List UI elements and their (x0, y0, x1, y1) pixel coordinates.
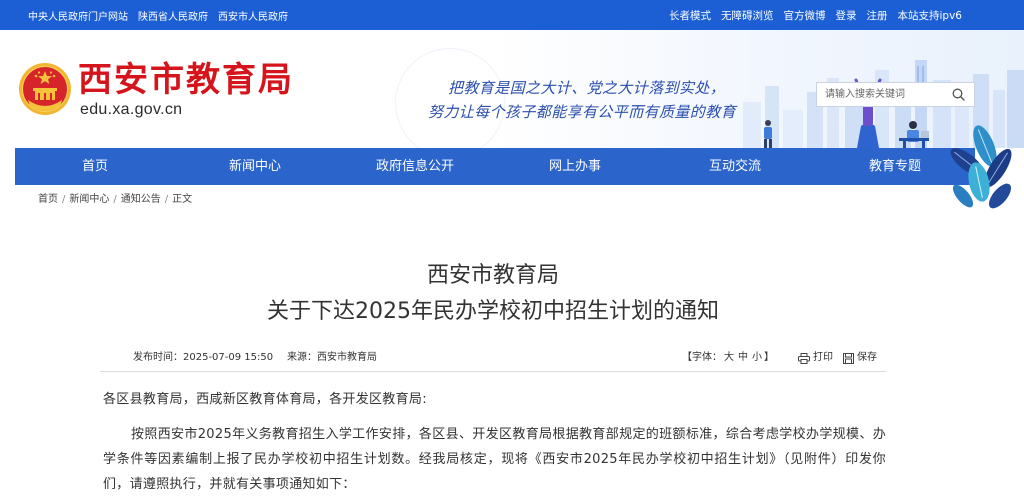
article-title-line-1: 西安市教育局 (426, 263, 559, 288)
source-value: 西安市教育局 (317, 352, 377, 363)
publish-info: 发布时间：2025-07-09 15:50 (133, 350, 273, 366)
breadcrumb-home[interactable]: 首页 (38, 193, 58, 207)
nav-item-government-info[interactable]: 政府信息公开 (335, 148, 495, 185)
breadcrumb-separator: / (62, 194, 66, 205)
font-size-large[interactable]: 大 (724, 352, 734, 363)
article-paragraph: 按照西安市2025年义务教育招生入学工作安排，各区县、开发区教育局根据教育部规定… (103, 427, 886, 492)
link-ipv6[interactable]: 本站支持ipv6 (898, 8, 962, 23)
source-info: 来源：西安市教育局 (287, 350, 377, 366)
print-button[interactable]: 打印 (798, 350, 833, 366)
article-salutation: 各区县教育局，西咸新区教育体育局，各开发区教育局: (103, 392, 427, 407)
font-size-medium[interactable]: 中 (738, 352, 748, 363)
search-icon (952, 88, 965, 101)
font-size-control: 【字体：大中小】 (682, 350, 774, 366)
font-size-open: 【字体： (682, 352, 722, 363)
search-button[interactable] (947, 83, 969, 106)
main-nav: 首页 新闻中心 政府信息公开 网上办事 互动交流 教育专题 (15, 148, 975, 185)
search-box (816, 82, 975, 107)
article-meta: 发布时间：2025-07-09 15:50 来源：西安市教育局 【字体：大中小】… (100, 350, 886, 366)
nav-item-interaction[interactable]: 互动交流 (655, 148, 815, 185)
article-title: 西安市教育局 关于下达2025年民办学校初中招生计划的通知 (100, 258, 886, 330)
source-label: 来源： (287, 352, 317, 363)
publish-label: 发布时间： (133, 352, 183, 363)
save-label: 保存 (857, 352, 877, 363)
meta-divider (100, 371, 886, 372)
font-size-close: 】 (764, 352, 774, 363)
article-tools: 【字体：大中小】 打印 保存 (682, 350, 877, 366)
plant-illustration (950, 125, 1012, 209)
nav-item-home[interactable]: 首页 (15, 148, 175, 185)
save-button[interactable]: 保存 (843, 350, 877, 366)
publish-time: 2025-07-09 15:50 (183, 352, 274, 363)
font-size-small[interactable]: 小 (752, 352, 762, 363)
article-title-line-2: 关于下达2025年民办学校初中招生计划的通知 (267, 299, 719, 324)
print-label: 打印 (813, 352, 833, 363)
nav-item-online-services[interactable]: 网上办事 (495, 148, 655, 185)
nav-item-news-center[interactable]: 新闻中心 (175, 148, 335, 185)
printer-icon (798, 352, 810, 364)
search-input[interactable] (817, 83, 947, 106)
save-icon (843, 352, 854, 364)
article: 西安市教育局 关于下达2025年民办学校初中招生计划的通知 发布时间：2025-… (100, 0, 886, 500)
national-emblem-icon[interactable] (18, 62, 72, 116)
